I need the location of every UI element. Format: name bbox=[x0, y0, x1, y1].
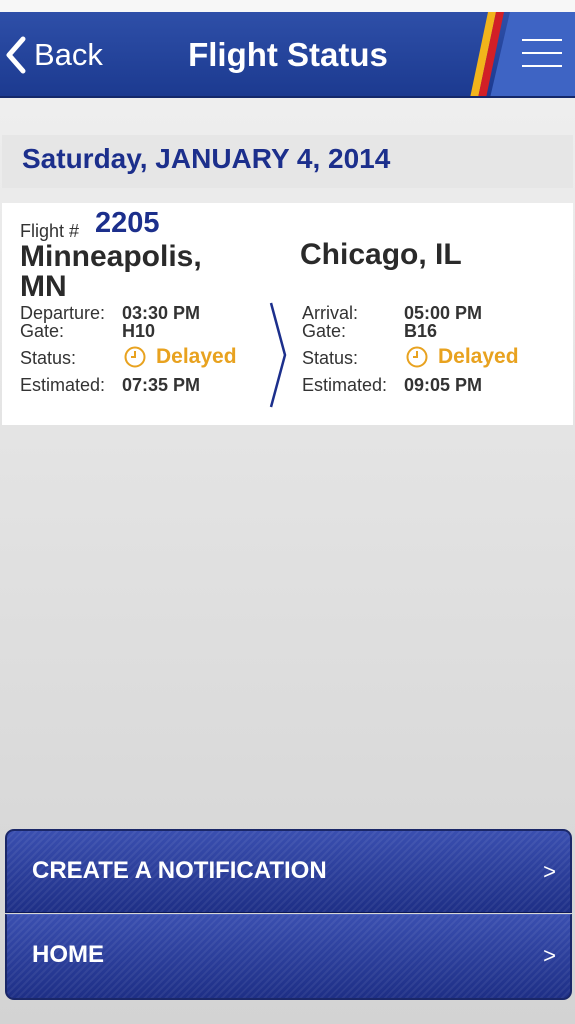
departure-city: Minneapolis, MN bbox=[20, 240, 202, 303]
departure-gate-label: Gate: bbox=[20, 321, 65, 341]
hamburger-menu-icon[interactable] bbox=[522, 39, 562, 69]
date-header: Saturday, JANUARY 4, 2014 bbox=[2, 135, 573, 188]
arrival-gate-label: Gate: bbox=[302, 321, 347, 341]
route-arrow-icon bbox=[269, 302, 287, 408]
arrival-status-label: Status: bbox=[302, 348, 359, 368]
home-label: HOME bbox=[32, 941, 104, 968]
clock-icon bbox=[124, 346, 146, 368]
back-button[interactable]: Back bbox=[4, 34, 103, 76]
arrival-gate: B16 bbox=[404, 321, 438, 341]
arrival-estimated: 09:05 PM bbox=[404, 375, 483, 395]
departure-status-label: Status: bbox=[20, 348, 77, 368]
clock-icon bbox=[406, 346, 428, 368]
arrival-status-text: Delayed bbox=[438, 345, 519, 368]
brand-stripes bbox=[470, 12, 504, 96]
flight-number: 2205 bbox=[95, 207, 160, 239]
status-bar bbox=[0, 0, 575, 12]
page-title: Flight Status bbox=[188, 36, 388, 73]
create-notification-button[interactable]: CREATE A NOTIFICATION > bbox=[5, 829, 572, 913]
arrival-city: Chicago, IL bbox=[300, 238, 462, 271]
departure-estimated-label: Estimated: bbox=[20, 375, 106, 395]
date-text: Saturday, JANUARY 4, 2014 bbox=[22, 143, 391, 174]
chevron-left-icon bbox=[6, 36, 26, 74]
departure-status-text: Delayed bbox=[156, 345, 237, 368]
departure-time: 03:30 PM bbox=[122, 303, 201, 323]
chevron-right-icon: > bbox=[543, 859, 556, 884]
back-label: Back bbox=[34, 37, 103, 72]
arrival-status: Delayed bbox=[406, 345, 519, 369]
navigation-bar: Back Flight Status bbox=[0, 12, 575, 98]
flight-number-label: Flight # bbox=[20, 221, 80, 241]
arrival-time: 05:00 PM bbox=[404, 303, 483, 323]
departure-status: Delayed bbox=[124, 345, 237, 369]
chevron-right-icon: > bbox=[543, 943, 556, 968]
departure-gate: H10 bbox=[122, 321, 156, 341]
arrival-estimated-label: Estimated: bbox=[302, 375, 388, 395]
flight-card: Flight # 2205 Minneapolis, MN Chicago, I… bbox=[2, 203, 573, 425]
arrival-time-label: Arrival: bbox=[302, 303, 359, 323]
home-button[interactable]: HOME > bbox=[5, 914, 572, 1000]
create-notification-label: CREATE A NOTIFICATION bbox=[32, 857, 327, 884]
departure-time-label: Departure: bbox=[20, 303, 106, 323]
departure-estimated: 07:35 PM bbox=[122, 375, 201, 395]
